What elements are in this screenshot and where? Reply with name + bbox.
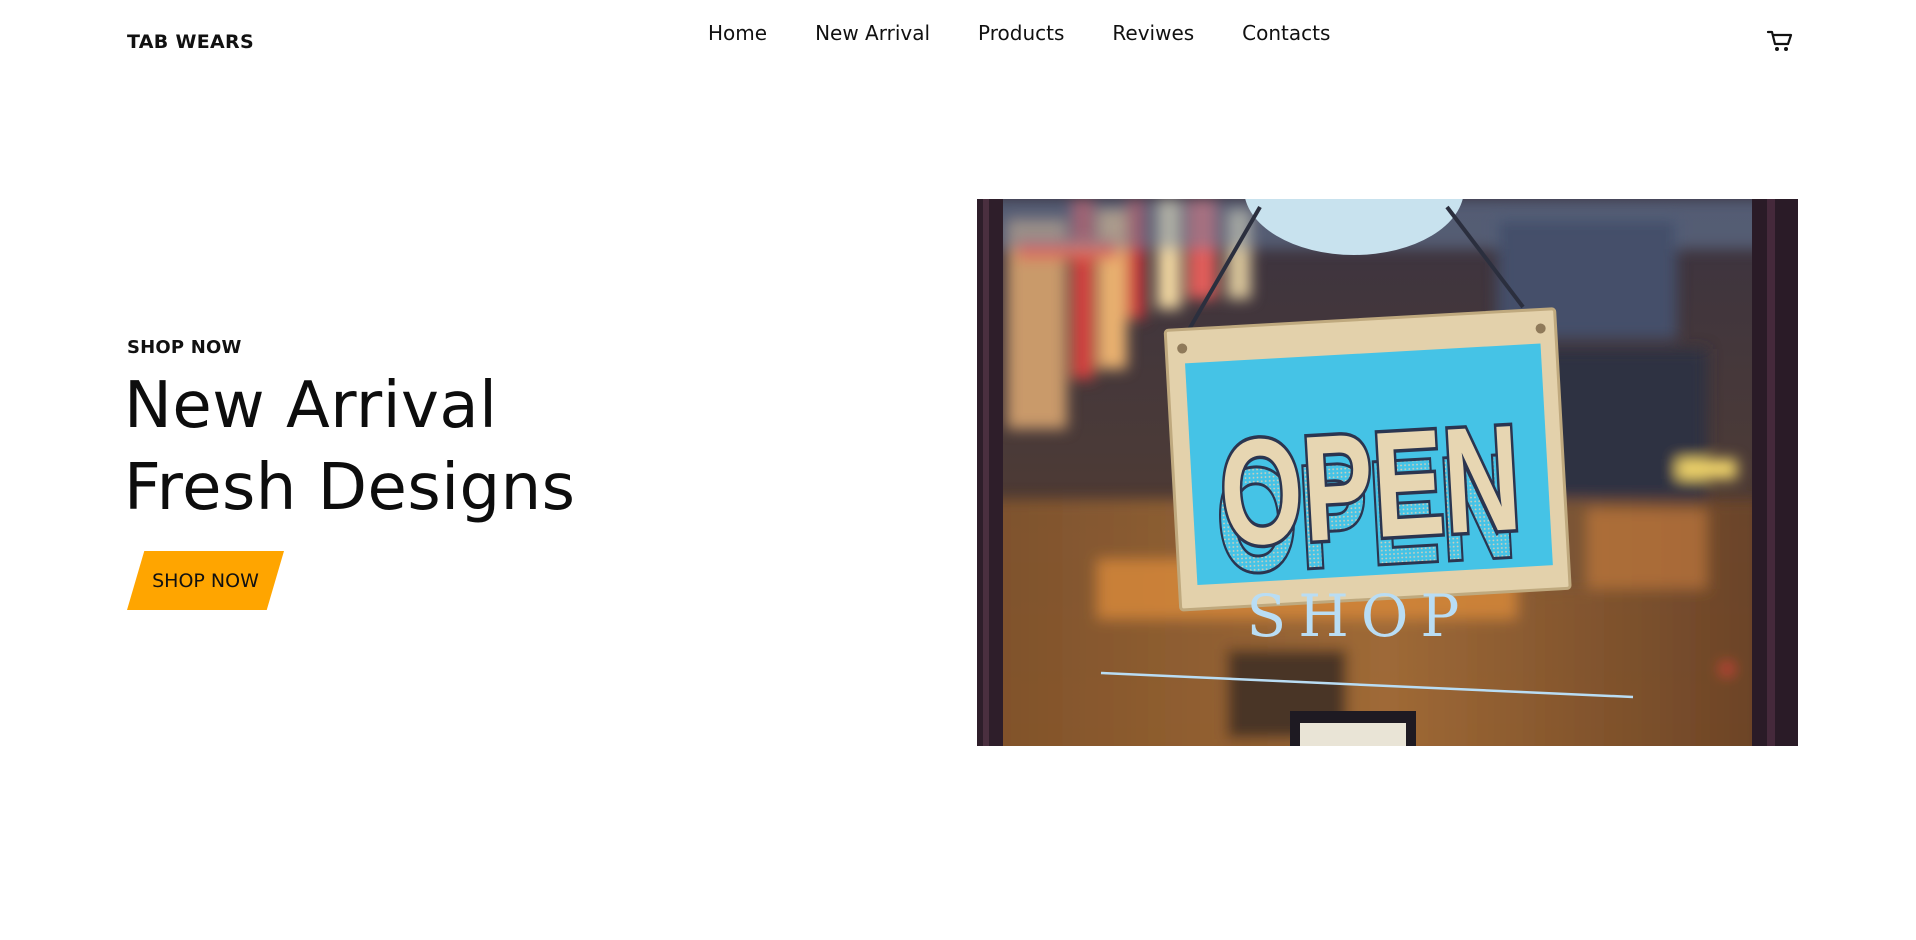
nav-new-arrival[interactable]: New Arrival <box>815 20 930 46</box>
hero-title-line-1: New Arrival <box>124 369 498 443</box>
nav-home[interactable]: Home <box>708 20 767 46</box>
main-nav: Home New Arrival Products Reviwes Contac… <box>708 20 1330 46</box>
sign-letters: OPEN <box>1216 393 1525 577</box>
shop-now-button-label: SHOP NOW <box>152 569 259 592</box>
nav-reviews[interactable]: Reviwes <box>1112 20 1194 46</box>
hero-image: OPEN OPEN SHOP <box>977 199 1798 746</box>
brand-logo[interactable]: TAB WEARS <box>127 31 254 53</box>
door-frame-left <box>977 199 1003 746</box>
hero-title-line-2: Fresh Designs <box>124 451 576 525</box>
nav-contacts[interactable]: Contacts <box>1242 20 1330 46</box>
door-shop-text: SHOP <box>1247 582 1472 650</box>
hero-eyebrow: SHOP NOW <box>127 337 242 358</box>
site-header: TAB WEARS Home New Arrival Products Revi… <box>0 0 1916 80</box>
page: TAB WEARS Home New Arrival Products Revi… <box>0 0 1916 940</box>
shop-now-button[interactable]: SHOP NOW <box>127 551 284 610</box>
open-sign: OPEN OPEN <box>1163 307 1572 612</box>
hero-title: New Arrival Fresh Designs <box>124 365 576 529</box>
nav-products[interactable]: Products <box>978 20 1064 46</box>
cart-icon[interactable] <box>1766 28 1794 54</box>
cart-icon-graphic <box>1766 30 1793 51</box>
open-sign-photo: OPEN OPEN SHOP <box>977 199 1798 746</box>
